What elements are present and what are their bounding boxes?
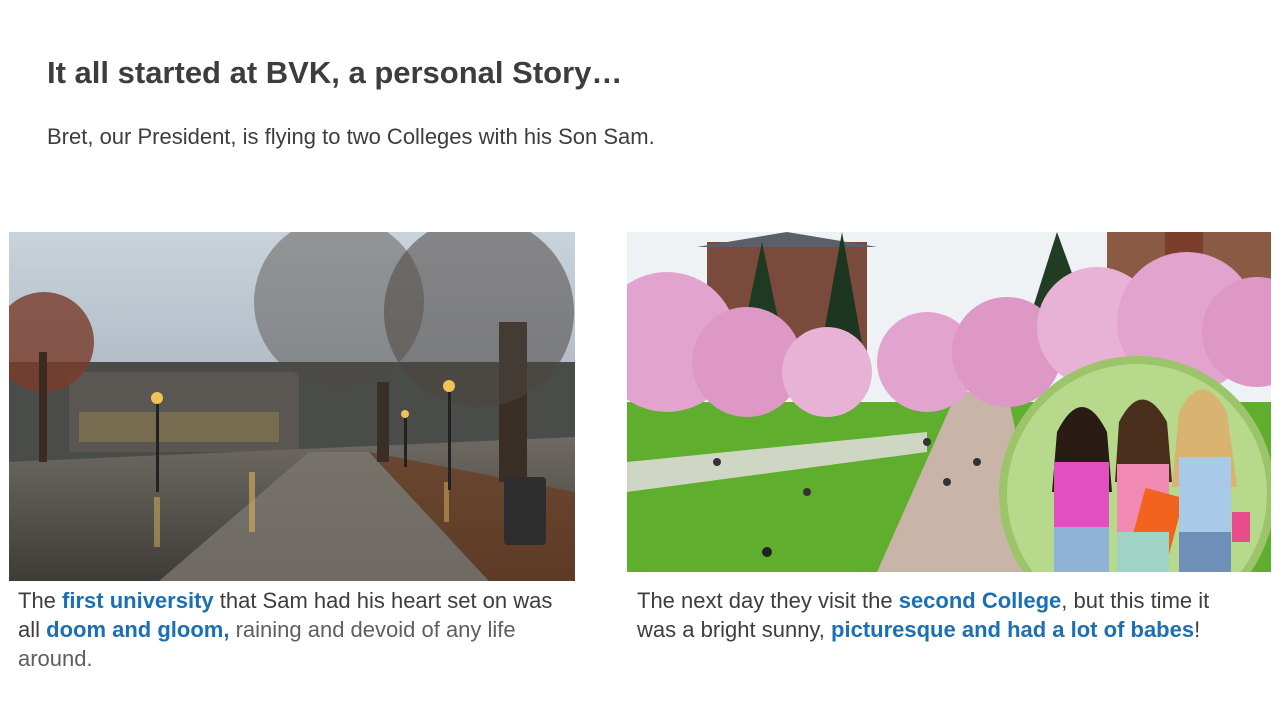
right-caption-text-3: !	[1194, 617, 1201, 642]
right-caption-highlight-1: second College	[898, 588, 1062, 613]
right-caption-highlight-2: picturesque and had a lot of babes	[831, 617, 1195, 642]
left-caption-highlight-1: first university	[62, 588, 214, 613]
right-caption-text-1: The next day they visit the	[637, 588, 899, 613]
slide-title: It all started at BVK, a personal Story…	[47, 55, 623, 90]
left-caption-text-1: The	[18, 588, 63, 613]
right-caption: The next day they visit the second Colle…	[637, 586, 1237, 644]
slide-subtitle: Bret, our President, is flying to two Co…	[47, 124, 655, 149]
sunny-campus-photo	[627, 232, 1271, 572]
rainy-campus-photo	[9, 232, 575, 581]
left-caption-highlight-2: doom and gloom,	[46, 617, 230, 642]
left-caption: The first university that Sam had his he…	[18, 586, 578, 673]
